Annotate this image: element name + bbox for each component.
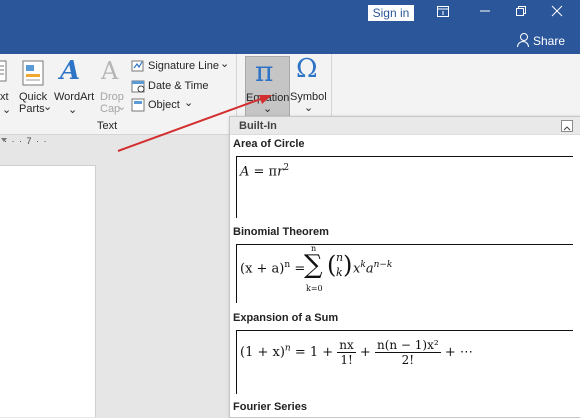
eq2-binom-open: ( bbox=[327, 251, 337, 279]
section-title-expansion-of-a-sum: Expansion of a Sum bbox=[233, 312, 339, 324]
equation-binomial-lhs: (x + a)n = bbox=[240, 260, 305, 276]
section-title-fourier-series: Fourier Series bbox=[233, 401, 307, 413]
eq2-sum-bottom: k=0 bbox=[306, 284, 323, 293]
eq1-exp: 2 bbox=[283, 163, 290, 173]
section-title-binomial-theorem: Binomial Theorem bbox=[233, 226, 329, 238]
eq2-sigma: ∑ bbox=[304, 250, 323, 280]
scroll-up-button[interactable] bbox=[561, 120, 573, 132]
equation-item-binomial-theorem[interactable]: (x + a)n = n ∑ k=0 ( n k ) xkan−k bbox=[236, 244, 573, 303]
eq2-eq: = bbox=[290, 261, 306, 277]
built-in-label: Built-In bbox=[239, 120, 277, 132]
eq1-lhs: A bbox=[240, 164, 250, 180]
eq2-lhs: (x + a) bbox=[240, 261, 285, 277]
equation-gallery: Built-In Area of Circle A = πr2 Binomial… bbox=[229, 116, 580, 418]
eq2-binom-close: ) bbox=[343, 251, 353, 279]
equation-expansion-of-a-sum: (1 + x)n = 1 + nx 1! + n(n − 1)x² 2! + ⋯ bbox=[240, 338, 473, 367]
gallery-header: Built-In bbox=[230, 117, 580, 135]
eq2-rhs: xkan−k bbox=[353, 260, 393, 277]
eq2-binom-bottom: k bbox=[336, 266, 343, 279]
equation-item-expansion-of-a-sum[interactable]: (1 + x)n = 1 + nx 1! + n(n − 1)x² 2! + ⋯ bbox=[236, 330, 573, 394]
eq1-eq: = π bbox=[249, 164, 278, 180]
equation-item-area-of-circle[interactable]: A = πr2 bbox=[236, 156, 573, 218]
section-title-area-of-circle: Area of Circle bbox=[233, 138, 305, 150]
equation-area-of-circle: A = πr2 bbox=[240, 163, 289, 179]
